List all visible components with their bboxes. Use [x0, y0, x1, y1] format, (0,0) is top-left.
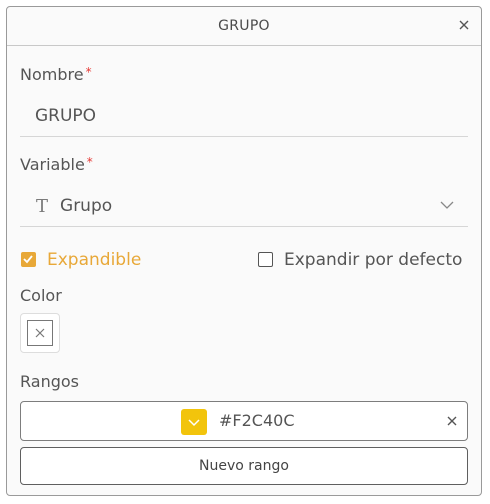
- new-range-button[interactable]: Nuevo rango: [20, 447, 468, 485]
- dialog-title: GRUPO: [218, 18, 270, 34]
- required-mark: *: [86, 155, 93, 169]
- text-type-icon: T: [36, 195, 49, 217]
- color-label: Color: [20, 286, 62, 305]
- range-color-dropdown[interactable]: [181, 409, 207, 435]
- dialog-header: GRUPO: [7, 7, 481, 46]
- rangos-label: Rangos: [20, 372, 79, 391]
- remove-range-icon[interactable]: [446, 415, 458, 427]
- expandible-checkbox[interactable]: [21, 252, 36, 267]
- variable-label-text: Variable: [20, 155, 85, 174]
- nombre-label: Nombre *: [20, 65, 92, 84]
- expandible-label[interactable]: Expandible: [47, 250, 141, 270]
- expandir-por-defecto-label[interactable]: Expandir por defecto: [284, 250, 462, 270]
- range-hex-value: #F2C40C: [219, 411, 295, 430]
- chevron-down-icon: [188, 419, 200, 427]
- range-item: #F2C40C: [20, 401, 468, 441]
- required-mark: *: [85, 65, 92, 79]
- check-icon: [23, 255, 33, 264]
- nombre-input[interactable]: GRUPO: [20, 96, 468, 137]
- expandir-por-defecto-checkbox[interactable]: [258, 252, 273, 267]
- no-color-x-icon: [35, 328, 45, 338]
- group-dialog: GRUPO Nombre * GRUPO Variable * T Grupo Ex…: [6, 6, 482, 496]
- variable-label: Variable *: [20, 155, 93, 174]
- variable-select[interactable]: T Grupo: [20, 186, 468, 227]
- empty-color-icon: [27, 320, 53, 346]
- close-icon[interactable]: [457, 18, 471, 32]
- variable-value: Grupo: [60, 196, 113, 216]
- nombre-label-text: Nombre: [20, 65, 84, 84]
- nombre-value: GRUPO: [35, 106, 97, 126]
- color-picker[interactable]: [20, 313, 60, 353]
- chevron-down-icon[interactable]: [440, 200, 454, 210]
